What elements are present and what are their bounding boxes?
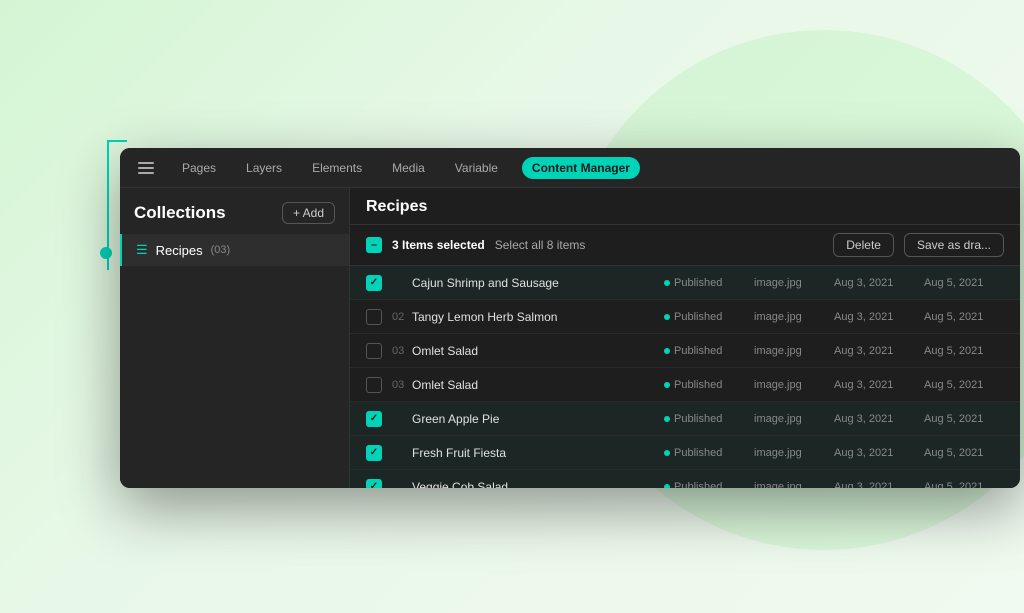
content-title: Recipes bbox=[366, 198, 427, 216]
status-text: Published bbox=[674, 277, 722, 289]
sidebar-item-recipes[interactable]: ☰ Recipes (03) bbox=[120, 234, 349, 266]
row-date-created: Aug 3, 2021 bbox=[834, 481, 924, 489]
row-name: Green Apple Pie bbox=[412, 412, 664, 426]
select-all-link[interactable]: Select all 8 items bbox=[495, 238, 586, 252]
selection-bar: 3 Items selected Select all 8 items Dele… bbox=[350, 225, 1020, 266]
row-date-created: Aug 3, 2021 bbox=[834, 311, 924, 323]
status-text: Published bbox=[674, 345, 722, 357]
status-dot-icon bbox=[664, 416, 670, 422]
row-file: image.jpg bbox=[754, 311, 834, 323]
row-name: Veggie Cob Salad bbox=[412, 480, 664, 489]
status-dot-icon bbox=[664, 314, 670, 320]
status-dot-icon bbox=[664, 484, 670, 489]
hamburger-menu[interactable] bbox=[134, 158, 158, 178]
table-row[interactable]: Veggie Cob Salad Published image.jpgAug 3,… bbox=[350, 470, 1020, 488]
row-date-updated: Aug 5, 2021 bbox=[924, 447, 1004, 459]
row-checkbox[interactable] bbox=[366, 445, 382, 461]
table-row[interactable]: 03Omlet Salad Published image.jpgAug 3, 20… bbox=[350, 368, 1020, 402]
status-text: Published bbox=[674, 481, 722, 489]
table-container: Cajun Shrimp and Sausage Published image.j… bbox=[350, 266, 1020, 488]
nav-bar: Pages Layers Elements Media Variable Con… bbox=[120, 148, 1020, 188]
tab-media[interactable]: Media bbox=[386, 157, 431, 179]
row-name: Fresh Fruit Fiesta bbox=[412, 446, 664, 460]
status-dot-icon bbox=[664, 450, 670, 456]
table-row[interactable]: 03Omlet Salad Published image.jpgAug 3, 20… bbox=[350, 334, 1020, 368]
row-checkbox[interactable] bbox=[366, 309, 382, 325]
status-badge: Published bbox=[664, 345, 754, 357]
row-date-updated: Aug 5, 2021 bbox=[924, 481, 1004, 489]
status-text: Published bbox=[674, 311, 722, 323]
row-number: 03 bbox=[392, 345, 412, 357]
sidebar: Collections + Add ☰ Recipes (03) bbox=[120, 188, 350, 488]
collections-title: Collections bbox=[134, 203, 226, 223]
row-date-updated: Aug 5, 2021 bbox=[924, 311, 1004, 323]
tab-pages[interactable]: Pages bbox=[176, 157, 222, 179]
collection-count: (03) bbox=[211, 244, 231, 256]
teal-dot-indicator bbox=[100, 247, 112, 259]
row-date-created: Aug 3, 2021 bbox=[834, 447, 924, 459]
deselect-all-checkbox[interactable] bbox=[366, 237, 382, 253]
row-file: image.jpg bbox=[754, 481, 834, 489]
tab-variable[interactable]: Variable bbox=[449, 157, 504, 179]
row-checkbox[interactable] bbox=[366, 343, 382, 359]
collection-icon: ☰ bbox=[136, 242, 148, 258]
tab-elements[interactable]: Elements bbox=[306, 157, 368, 179]
app-window: Pages Layers Elements Media Variable Con… bbox=[120, 148, 1020, 488]
save-as-draft-button[interactable]: Save as dra... bbox=[904, 233, 1004, 257]
status-badge: Published bbox=[664, 481, 754, 489]
row-checkbox[interactable] bbox=[366, 411, 382, 427]
row-file: image.jpg bbox=[754, 345, 834, 357]
status-badge: Published bbox=[664, 311, 754, 323]
row-date-created: Aug 3, 2021 bbox=[834, 345, 924, 357]
teal-horizontal-line bbox=[107, 140, 127, 142]
row-date-created: Aug 3, 2021 bbox=[834, 413, 924, 425]
row-date-created: Aug 3, 2021 bbox=[834, 277, 924, 289]
row-checkbox[interactable] bbox=[366, 479, 382, 489]
status-text: Published bbox=[674, 379, 722, 391]
content-panel: Recipes 3 Items selected Select all 8 it… bbox=[350, 188, 1020, 488]
status-badge: Published bbox=[664, 379, 754, 391]
content-header: Recipes bbox=[350, 188, 1020, 225]
status-text: Published bbox=[674, 413, 722, 425]
status-badge: Published bbox=[664, 277, 754, 289]
row-checkbox[interactable] bbox=[366, 377, 382, 393]
row-file: image.jpg bbox=[754, 379, 834, 391]
row-number: 02 bbox=[392, 311, 412, 323]
table-row[interactable]: Fresh Fruit FiestaPublishedimage.jpgAug … bbox=[350, 436, 1020, 470]
sidebar-header: Collections + Add bbox=[120, 188, 349, 234]
status-dot-icon bbox=[664, 382, 670, 388]
tab-content-manager[interactable]: Content Manager bbox=[522, 157, 640, 179]
row-date-updated: Aug 5, 2021 bbox=[924, 277, 1004, 289]
table-row[interactable]: Green Apple Pie Published image.jpgAug 3, … bbox=[350, 402, 1020, 436]
status-badge: Published bbox=[664, 413, 754, 425]
status-text: Published bbox=[674, 447, 722, 459]
row-number: 03 bbox=[392, 379, 412, 391]
status-dot-icon bbox=[664, 348, 670, 354]
tab-layers[interactable]: Layers bbox=[240, 157, 288, 179]
row-date-updated: Aug 5, 2021 bbox=[924, 413, 1004, 425]
delete-button[interactable]: Delete bbox=[833, 233, 894, 257]
row-name: Cajun Shrimp and Sausage bbox=[412, 276, 664, 290]
row-name: Omlet Salad bbox=[412, 344, 664, 358]
row-file: image.jpg bbox=[754, 277, 834, 289]
selection-count: 3 Items selected bbox=[392, 238, 485, 252]
row-file: image.jpg bbox=[754, 447, 834, 459]
row-name: Omlet Salad bbox=[412, 378, 664, 392]
main-content: Collections + Add ☰ Recipes (03) Recipes… bbox=[120, 188, 1020, 488]
row-date-updated: Aug 5, 2021 bbox=[924, 379, 1004, 391]
collection-name: Recipes bbox=[156, 243, 203, 258]
status-badge: Published bbox=[664, 447, 754, 459]
row-date-created: Aug 3, 2021 bbox=[834, 379, 924, 391]
row-file: image.jpg bbox=[754, 413, 834, 425]
table-row[interactable]: 02Tangy Lemon Herb Salmon Published image.… bbox=[350, 300, 1020, 334]
row-date-updated: Aug 5, 2021 bbox=[924, 345, 1004, 357]
row-checkbox[interactable] bbox=[366, 275, 382, 291]
status-dot-icon bbox=[664, 280, 670, 286]
add-collection-button[interactable]: + Add bbox=[282, 202, 335, 224]
row-name: Tangy Lemon Herb Salmon bbox=[412, 310, 664, 324]
table-row[interactable]: Cajun Shrimp and Sausage Published image.j… bbox=[350, 266, 1020, 300]
